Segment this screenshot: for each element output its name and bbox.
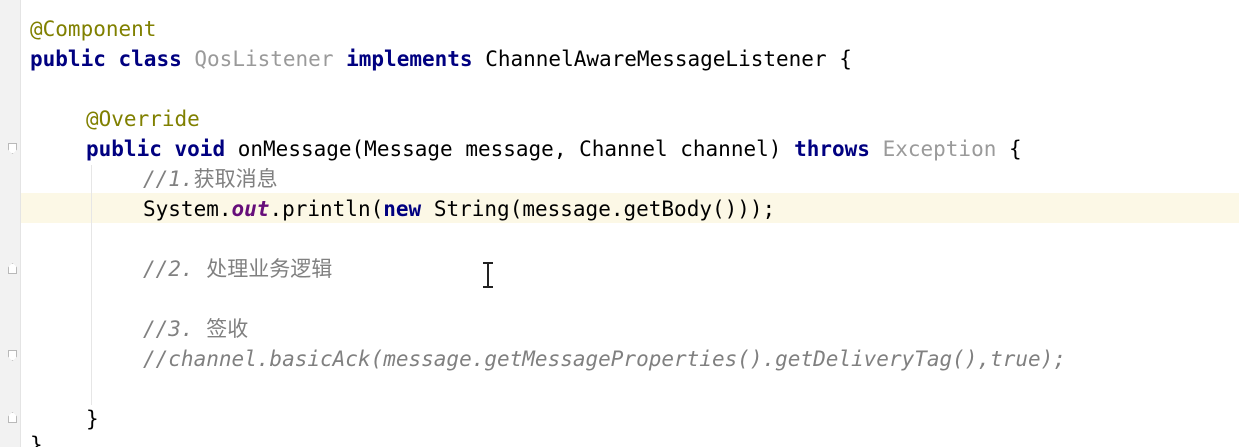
- code-line-12: //channel.basicAck(message.getMessagePro…: [143, 344, 1066, 374]
- editor-gutter: [0, 0, 21, 447]
- new-keyword: new: [383, 197, 422, 221]
- comment-text: 签收: [206, 317, 249, 341]
- component-annotation: @Component: [30, 17, 157, 41]
- comment-prefix: //2.: [143, 257, 207, 281]
- close-brace: }: [86, 407, 99, 431]
- close-brace: }: [30, 433, 43, 447]
- void-keyword: void: [174, 137, 226, 161]
- class-name: QosListener: [194, 47, 334, 71]
- fold-marker-icon[interactable]: [8, 263, 17, 274]
- code-line-14: }: [86, 404, 99, 434]
- override-annotation: @Override: [86, 107, 200, 131]
- code-line-9: //2. 处理业务逻辑: [143, 254, 332, 284]
- comment-text: 处理业务逻辑: [206, 257, 333, 281]
- code-line-2: public class QosListener implements Chan…: [30, 44, 852, 74]
- public-keyword: public: [86, 137, 162, 161]
- public-keyword: public: [30, 47, 106, 71]
- indent-guide: [91, 165, 92, 405]
- code-line-6: //1.获取消息: [143, 164, 278, 194]
- code-line-15: }: [30, 430, 43, 447]
- code-line-11: //3. 签收: [143, 314, 248, 344]
- comment-prefix: //1.: [143, 167, 194, 191]
- comment-prefix: //3.: [143, 317, 207, 341]
- commented-code: //channel.basicAck(message.getMessagePro…: [143, 347, 1066, 371]
- fold-method-start-icon[interactable]: [8, 143, 17, 154]
- code-line-5: public void onMessage(Message message, C…: [86, 134, 1022, 164]
- string-expression: String(message.getBody()));: [421, 197, 776, 221]
- throws-keyword: throws: [794, 137, 870, 161]
- open-brace: {: [826, 47, 852, 71]
- fold-marker-icon[interactable]: [8, 350, 17, 361]
- code-editor[interactable]: @Component public class QosListener impl…: [0, 0, 1239, 447]
- open-brace: {: [996, 137, 1022, 161]
- code-line-1: @Component: [30, 14, 156, 44]
- out-field: out: [231, 197, 270, 221]
- implements-keyword: implements: [346, 47, 473, 71]
- text-ibeam-cursor-icon: [483, 262, 493, 288]
- code-line-7: System.out.println(new String(message.ge…: [143, 194, 775, 224]
- exception-type: Exception: [882, 137, 997, 161]
- code-line-4: @Override: [86, 104, 200, 134]
- fold-method-end-icon[interactable]: [8, 412, 17, 423]
- method-signature: onMessage(Message message, Channel chann…: [237, 137, 782, 161]
- interface-name: ChannelAwareMessageListener: [485, 47, 827, 71]
- comment-text: 获取消息: [193, 167, 278, 191]
- class-keyword: class: [118, 47, 182, 71]
- println-call: .println(: [269, 197, 384, 221]
- system-receiver: System.: [143, 197, 232, 221]
